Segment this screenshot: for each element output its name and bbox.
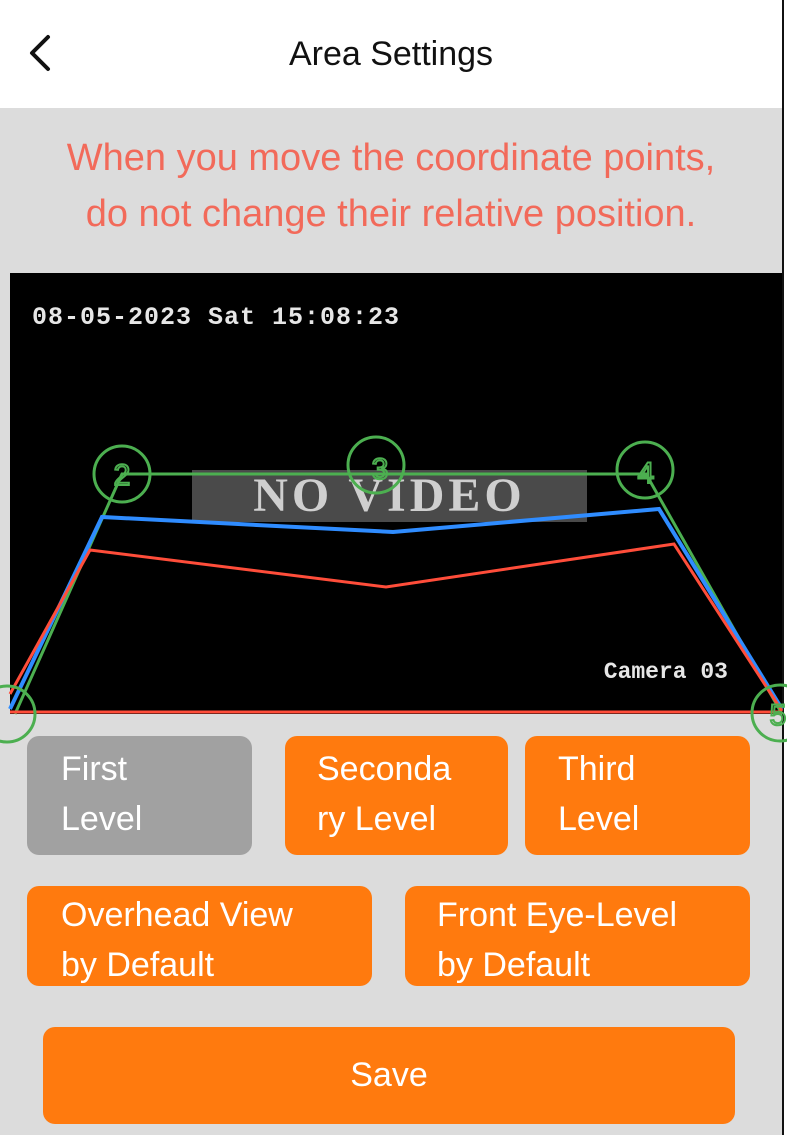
overhead-view-button[interactable]: Overhead View by Default [27, 886, 372, 986]
screen-edge [782, 0, 784, 1135]
chevron-left-icon [30, 35, 50, 71]
area-overlay: 2 3 4 5 [0, 435, 787, 744]
third-level-label-line1: Third [558, 750, 636, 788]
first-level-area-button[interactable]: First Level Area [27, 736, 252, 855]
front-eye-level-label-line2: by Default [437, 946, 591, 984]
save-button[interactable]: Save [43, 1027, 735, 1124]
coordinate-point-3[interactable]: 3 [346, 435, 406, 495]
front-eye-level-button[interactable]: Front Eye-Level by Default [405, 886, 750, 986]
top-bar: Area Settings [0, 0, 782, 108]
green-area-line [13, 472, 784, 715]
point-label-2: 2 [114, 459, 131, 492]
first-level-label-line1: First [61, 750, 128, 788]
back-button[interactable] [16, 28, 66, 78]
overhead-view-label-line1: Overhead View [61, 896, 293, 934]
overhead-view-label-line2: by Default [61, 946, 215, 984]
coordinate-point-4[interactable]: 4 [615, 440, 675, 500]
page-title: Area Settings [288, 35, 494, 73]
secondary-level-label-line1: Seconda [317, 750, 452, 788]
warning-message: When you move the coordinate points, do … [0, 130, 782, 242]
third-level-label-line3: Area [558, 844, 750, 855]
point-label-5: 5 [770, 699, 787, 732]
secondary-level-label-line3: Area [317, 844, 508, 855]
third-level-label-line2: Level [558, 800, 640, 838]
first-level-label-line3: Area [61, 844, 252, 855]
point-label-4: 4 [638, 457, 655, 490]
red-area-line [8, 542, 784, 712]
secondary-level-area-button[interactable]: Seconda ry Level Area [285, 736, 508, 855]
video-preview[interactable]: 08-05-2023 Sat 15:08:23 NO VIDEO Camera … [0, 273, 787, 744]
warning-line-1: When you move the coordinate points, [66, 137, 716, 179]
warning-line-2: do not change their relative position. [85, 193, 697, 235]
blue-area-line [8, 506, 784, 711]
secondary-level-label-line2: ry Level [317, 800, 437, 838]
front-eye-level-label-line1: Front Eye-Level [437, 896, 677, 934]
first-level-label-line2: Level [61, 800, 143, 838]
third-level-area-button[interactable]: Third Level Area [525, 736, 750, 855]
point-label-3: 3 [372, 453, 389, 486]
